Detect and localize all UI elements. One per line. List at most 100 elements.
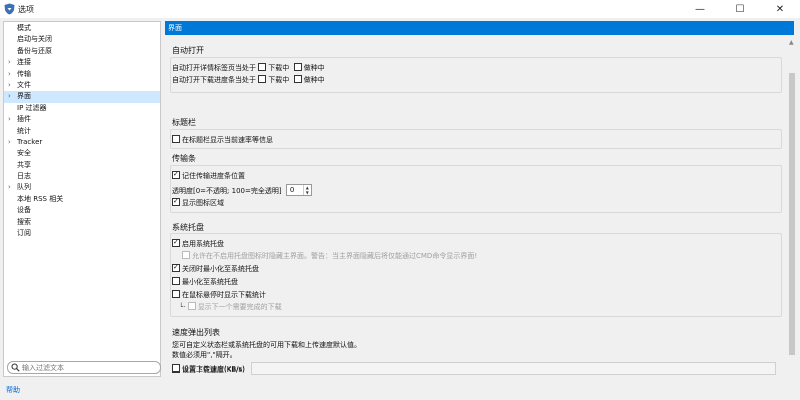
- show-icon-area-row: 显示图标区域: [172, 197, 224, 208]
- maximize-button[interactable]: ☐: [720, 0, 760, 18]
- nav-item-label: 界面: [17, 92, 31, 101]
- upload-speed-label: 设置上传速度(KB/s): [182, 365, 245, 373]
- upload-speed-checkbox[interactable]: [172, 364, 180, 372]
- nav-item-connection[interactable]: › 连接: [4, 57, 160, 68]
- remember-position-label: 记住传输进度条位置: [182, 172, 245, 180]
- minimize-to-tray-row: 最小化至系统托盘: [172, 277, 238, 287]
- nav-item-label: 模式: [17, 24, 31, 32]
- nav-item-label: 队列: [17, 183, 31, 192]
- page-header: 界面: [165, 21, 794, 35]
- nav-item-subscriptions[interactable]: 订阅: [4, 228, 160, 239]
- opacity-label: 透明度[0=不透明; 100=完全透明]: [172, 187, 282, 195]
- progress-downloading-checkbox[interactable]: [258, 75, 267, 83]
- nav-item-ip-filter[interactable]: IP 过滤器: [4, 103, 160, 114]
- nav-item-label: Tracker: [17, 137, 43, 146]
- enable-tray-checkbox[interactable]: [172, 238, 180, 247]
- help-link[interactable]: 帮助: [6, 385, 20, 395]
- details-downloading-checkbox[interactable]: [258, 63, 267, 71]
- next-download-label: 显示下一个需要完成的下载: [197, 303, 282, 311]
- details-seeding-checkbox[interactable]: [293, 63, 302, 71]
- remember-position-checkbox[interactable]: [172, 170, 180, 179]
- nav-item-security[interactable]: 安全: [4, 148, 160, 159]
- progress-seeding-checkbox[interactable]: [293, 75, 302, 83]
- nav-item-sharing[interactable]: 共享: [4, 160, 160, 171]
- show-speed-label: 在标题栏显示当前速率等信息: [182, 136, 273, 144]
- auto-open-progress-label: 自动打开下载进度条当处于: [172, 76, 256, 84]
- nav-item-backup[interactable]: 备份与还原: [4, 46, 160, 57]
- window-title: 选项: [18, 5, 34, 14]
- filter-box: [7, 361, 161, 374]
- auto-open-details-label: 自动打开详情标签页当处于: [172, 64, 256, 72]
- nav-item-rss[interactable]: 本地 RSS 相关: [4, 194, 160, 205]
- options-main-panel: 界面 自动打开 自动打开详情标签页当处于 下载中 做种中 自动打开下载进度条当处…: [165, 21, 798, 377]
- nav-item-devices[interactable]: 设备: [4, 205, 160, 216]
- nav-item-label: 统计: [17, 126, 31, 135]
- spin-arrows-icon[interactable]: ▲ ▼: [302, 185, 311, 195]
- enable-tray-label: 启用系统托盘: [182, 240, 224, 248]
- nav-item-tracker[interactable]: › Tracker: [4, 137, 160, 148]
- section-title-transfer-bar: 传输条: [172, 154, 196, 163]
- close-button[interactable]: ✕: [760, 0, 800, 18]
- nav-item-label: 备份与还原: [17, 46, 52, 55]
- nav-item-label: IP 过滤器: [17, 103, 47, 112]
- nav-item-mode[interactable]: 模式: [4, 23, 160, 34]
- show-icon-area-checkbox[interactable]: [172, 197, 180, 206]
- show-speed-checkbox[interactable]: [172, 135, 180, 143]
- nav-item-startup[interactable]: 启动与关闭: [4, 34, 160, 45]
- nav-item-label: 连接: [17, 58, 31, 67]
- show-icon-area-label: 显示图标区域: [182, 199, 224, 207]
- nav-item-search[interactable]: 搜索: [4, 217, 160, 228]
- nav-item-label: 文件: [17, 80, 31, 89]
- nav-item-log[interactable]: 日志: [4, 171, 160, 182]
- nav-item-files[interactable]: › 文件: [4, 80, 160, 91]
- title-bar: 选项 — ☐ ✕: [0, 0, 800, 18]
- chevron-right-icon[interactable]: ›: [8, 182, 11, 193]
- nav-item-label: 本地 RSS 相关: [17, 194, 64, 203]
- nav-item-transfer[interactable]: › 传输: [4, 69, 160, 80]
- chevron-right-icon[interactable]: ›: [8, 137, 11, 148]
- speed-desc-line1: 您可自定义状态栏或系统托盘的可用下载和上传速度默认值。: [172, 341, 361, 349]
- close-to-tray-checkbox[interactable]: [172, 263, 180, 272]
- enable-tray-row: 启用系统托盘: [172, 238, 224, 249]
- nav-item-label: 启动与关闭: [17, 35, 52, 44]
- minimize-to-tray-checkbox[interactable]: [172, 277, 180, 285]
- allow-hide-label: 允许在不启用托盘图标时隐藏主界面。警告：当主界面隐藏后将仅能通过CMD命令显示界…: [192, 252, 478, 260]
- chevron-right-icon[interactable]: ›: [8, 69, 11, 80]
- chevron-right-icon[interactable]: ›: [8, 80, 11, 91]
- downloading-label: 下载中: [268, 76, 290, 84]
- hover-stats-checkbox[interactable]: [172, 290, 180, 298]
- next-download-checkbox[interactable]: [187, 302, 196, 310]
- upload-speed-row: 设置上传速度(KB/s): [172, 364, 245, 374]
- chevron-right-icon[interactable]: ›: [8, 57, 11, 68]
- nav-item-label: 安全: [17, 149, 31, 158]
- section-title-titlebar: 标题栏: [172, 118, 196, 127]
- seeding-label: 做种中: [303, 64, 325, 72]
- nav-item-label: 共享: [17, 160, 31, 169]
- chevron-right-icon[interactable]: ›: [8, 91, 11, 102]
- options-sidebar: 模式 启动与关闭 备份与还原 › 连接 › 传输 › 文件 › 界面 IP 过滤器 › 插…: [3, 21, 161, 377]
- nav-item-queue[interactable]: › 队列: [4, 182, 160, 193]
- allow-hide-row: 允许在不启用托盘图标时隐藏主界面。警告：当主界面隐藏后将仅能通过CMD命令显示界…: [182, 251, 477, 261]
- seeding-label: 做种中: [303, 76, 325, 84]
- minimize-button[interactable]: —: [680, 0, 720, 18]
- nav-item-interface[interactable]: › 界面: [4, 91, 160, 103]
- upload-speed-input[interactable]: [251, 362, 776, 375]
- filter-input[interactable]: [22, 363, 152, 373]
- nav-item-label: 传输: [17, 69, 31, 78]
- hover-stats-row: 在鼠标悬停时显示下载统计: [172, 290, 266, 300]
- scroll-up-icon[interactable]: ▲: [789, 39, 794, 46]
- next-download-row: └· 显示下一个需要完成的下载: [179, 302, 282, 312]
- chevron-right-icon[interactable]: ›: [8, 114, 11, 125]
- vertical-scrollbar[interactable]: ▲: [787, 37, 797, 377]
- section-title-tray: 系统托盘: [172, 223, 204, 232]
- auto-open-progress-row: 自动打开下载进度条当处于 下载中 做种中: [172, 75, 325, 85]
- allow-hide-checkbox[interactable]: [182, 251, 190, 259]
- hover-stats-label: 在鼠标悬停时显示下载统计: [182, 291, 266, 299]
- nav-item-plugins[interactable]: › 插件: [4, 114, 160, 125]
- options-scroll-area: 自动打开 自动打开详情标签页当处于 下载中 做种中 自动打开下载进度条当处于 下…: [165, 37, 785, 377]
- nav-item-statistics[interactable]: 统计: [4, 126, 160, 137]
- opacity-spinbox[interactable]: 0 ▲ ▼: [285, 184, 312, 196]
- nav-item-label: 设备: [17, 206, 31, 215]
- nav-item-label: 订阅: [17, 229, 31, 238]
- scrollbar-thumb[interactable]: [789, 73, 795, 355]
